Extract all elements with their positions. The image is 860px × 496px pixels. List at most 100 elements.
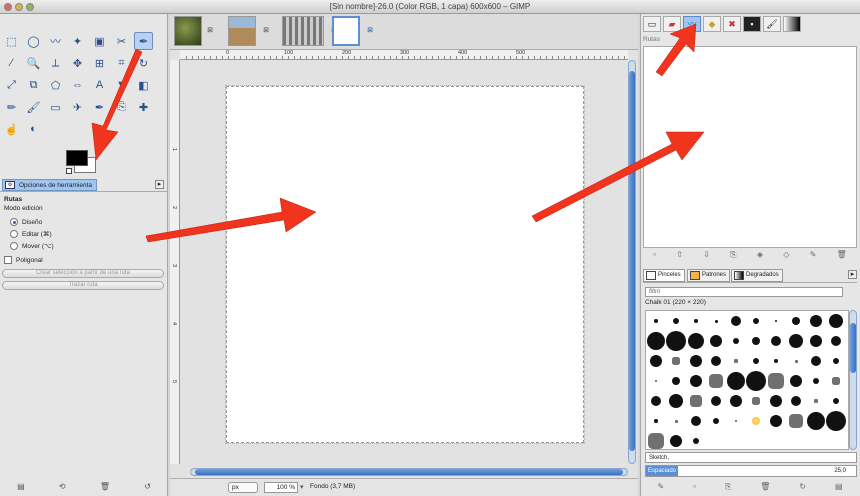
brush-preview[interactable] [766, 331, 786, 351]
brush-preview[interactable] [666, 351, 686, 371]
tab-gradient-icon[interactable] [783, 16, 801, 32]
tool-shear-icon[interactable]: ⧉ [24, 76, 43, 94]
tool-move-icon[interactable]: ✥ [68, 54, 87, 72]
selection-from-path-button[interactable]: Crear selección a partir de una ruta [2, 269, 164, 278]
tool-zoom-icon[interactable]: 🔍 [24, 54, 43, 72]
brush-preview[interactable] [826, 311, 846, 331]
brush-preview[interactable] [666, 411, 686, 431]
brush-preview[interactable] [726, 371, 746, 391]
image-thumb-1[interactable] [174, 16, 202, 46]
brush-preview[interactable] [686, 351, 706, 371]
brush-preview[interactable] [646, 391, 666, 411]
brush-preview[interactable] [726, 331, 746, 351]
brush-preview[interactable] [646, 431, 666, 449]
delete-options-icon[interactable]: 🗑 [100, 482, 110, 494]
zoom-field[interactable]: 100 % [264, 482, 298, 493]
tab-brush-icon[interactable]: 🖌 [763, 16, 781, 32]
tool-crop-icon[interactable]: ⌗ [112, 54, 131, 72]
brush-preview[interactable] [766, 391, 786, 411]
brush-preview[interactable] [646, 371, 666, 391]
tab-undo-icon[interactable]: ✖ [723, 16, 741, 32]
brush-preview[interactable] [746, 391, 766, 411]
save-options-icon[interactable]: ▤ [17, 482, 25, 494]
zoom-dropdown-icon[interactable]: ▾ [300, 483, 304, 491]
new-path-icon[interactable]: ▫ [653, 250, 656, 262]
image-thumb-active[interactable] [332, 16, 360, 46]
tool-color-picker-icon[interactable]: ⁄ [2, 54, 21, 72]
brush-preview[interactable] [666, 311, 686, 331]
tool-pencil-icon[interactable]: ✏ [2, 98, 21, 116]
brush-preview[interactable] [646, 411, 666, 431]
tab-brushes[interactable]: Pinceles [643, 269, 685, 282]
brush-preview[interactable] [646, 331, 666, 351]
tool-fuzzy-select-icon[interactable]: ✦ [68, 32, 87, 50]
tab-gradients[interactable]: Degradados [731, 269, 783, 282]
tab-paths-icon[interactable]: 〰 [683, 16, 701, 32]
brush-preview[interactable] [686, 311, 706, 331]
brush-tag-input[interactable]: Sketch, [645, 452, 857, 463]
tab-channels-icon[interactable]: ▰ [663, 16, 681, 32]
new-brush-icon[interactable]: ▫ [693, 482, 696, 494]
brush-preview[interactable] [706, 371, 726, 391]
brush-preview[interactable] [686, 331, 706, 351]
brush-preview[interactable] [706, 411, 726, 431]
brush-preview[interactable] [766, 371, 786, 391]
tool-ellipse-select-icon[interactable]: ◯ [24, 32, 43, 50]
brush-preview[interactable] [826, 411, 846, 431]
dock-configure-icon[interactable]: ▸ [155, 180, 164, 189]
tool-paintbrush-icon[interactable]: 🖌 [24, 98, 43, 116]
radio-button[interactable] [10, 218, 18, 226]
brush-preview[interactable] [726, 311, 746, 331]
brush-preview[interactable] [826, 351, 846, 371]
tab-templates-icon[interactable]: ▪ [743, 16, 761, 32]
brush-preview[interactable] [786, 331, 806, 351]
brush-preview[interactable] [686, 391, 706, 411]
image-thumb-3[interactable] [282, 16, 324, 46]
brush-preview[interactable] [746, 371, 766, 391]
brush-preview[interactable] [666, 371, 686, 391]
brush-preview[interactable] [686, 371, 706, 391]
horizontal-scrollbar[interactable] [190, 468, 628, 476]
brush-preview[interactable] [746, 311, 766, 331]
tab-layers-icon[interactable]: ▭ [643, 16, 661, 32]
radio-button[interactable] [10, 230, 18, 238]
polygonal-checkbox[interactable] [4, 256, 12, 264]
brush-preview[interactable] [786, 411, 806, 431]
brush-preview[interactable] [706, 391, 726, 411]
brush-preview[interactable] [726, 411, 746, 431]
mode-move-radio[interactable]: Mover (⌥) [4, 240, 164, 252]
close-image-icon[interactable]: ⊠ [206, 27, 214, 35]
tab-fonts-icon[interactable]: ◆ [703, 16, 721, 32]
brush-preview[interactable] [806, 371, 826, 391]
tool-clone-icon[interactable]: ⎘ [112, 98, 131, 116]
tab-patterns[interactable]: Patrones [687, 269, 731, 282]
brush-preview[interactable] [706, 351, 726, 371]
stroke-path-icon[interactable]: ✎ [810, 250, 817, 262]
paths-list[interactable] [643, 46, 857, 248]
image-thumb-2[interactable] [228, 16, 256, 46]
tool-free-select-icon[interactable]: 〰 [46, 32, 65, 50]
tool-smudge-icon[interactable]: ☝ [2, 120, 21, 138]
tool-dodge-burn-icon[interactable]: ◐ [24, 120, 43, 138]
radio-button[interactable] [10, 242, 18, 250]
mode-design-radio[interactable]: Diseño [4, 216, 164, 228]
delete-path-icon[interactable]: 🗑 [837, 250, 847, 262]
tool-ink-icon[interactable]: ✒ [90, 98, 109, 116]
brush-preview[interactable] [686, 411, 706, 431]
brush-preview[interactable] [706, 311, 726, 331]
brush-preview[interactable] [666, 431, 686, 449]
tool-flip-icon[interactable]: ⇔ [68, 76, 87, 94]
brush-preview[interactable] [806, 391, 826, 411]
brush-preview[interactable] [806, 311, 826, 331]
dock-configure-icon[interactable]: ▸ [848, 270, 857, 279]
tool-measure-icon[interactable]: ⟂ [46, 54, 65, 72]
brush-preview[interactable] [686, 431, 706, 449]
brush-preview[interactable] [666, 391, 686, 411]
brush-preview[interactable] [786, 351, 806, 371]
tool-select-by-color-icon[interactable]: ▣ [90, 32, 109, 50]
brush-preview[interactable] [646, 311, 666, 331]
duplicate-brush-icon[interactable]: ⎘ [725, 482, 731, 494]
open-brush-icon[interactable]: ▤ [835, 482, 843, 494]
tool-rotate-icon[interactable]: ↻ [134, 54, 153, 72]
brush-preview[interactable] [786, 311, 806, 331]
